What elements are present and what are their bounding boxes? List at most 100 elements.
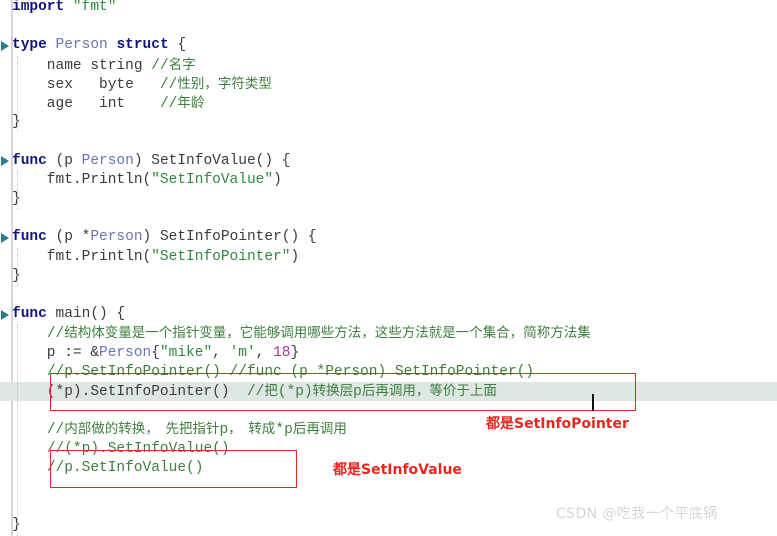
code-line-text: //内部做的转换， 先把指针p， 转成*p后再调用: [0, 420, 347, 440]
code-token: //: [159, 76, 178, 93]
code-line[interactable]: (*p).SetInfoPointer() //把(*p)转换层p后再调用，等价…: [0, 382, 777, 402]
code-line[interactable]: [0, 478, 777, 497]
code-token: {: [168, 37, 187, 54]
code-line-text: (*p).SetInfoPointer() //把(*p)转换层p后再调用，等价…: [0, 382, 497, 402]
note-set-info-value: 都是SetInfoValue: [333, 462, 462, 478]
code-token: ,: [212, 344, 230, 361]
code-token: ， 转成: [228, 421, 276, 438]
code-token: ): [273, 171, 282, 188]
code-line-text: func (p Person) SetInfoValue() {: [0, 152, 290, 171]
code-token: "mike": [159, 344, 213, 361]
code-token: 18: [273, 344, 291, 361]
code-line[interactable]: //p.SetInfoPointer() //func (p *Person) …: [0, 363, 777, 382]
code-line[interactable]: sex byte //性别，字符类型: [0, 75, 777, 94]
code-token: //p.SetInfoValue(): [46, 459, 204, 476]
code-token: ): [290, 248, 300, 265]
code-token: p: [353, 384, 362, 400]
code-token: 内部做的转换， 先把指针: [64, 421, 220, 438]
code-line-text: func main() {: [0, 305, 125, 324]
code-token: 后再调用，等价于上面: [361, 383, 497, 399]
code-token: Person: [55, 37, 108, 54]
code-token: sex byte: [12, 76, 160, 93]
code-token: *p: [275, 422, 293, 439]
code-line[interactable]: [0, 286, 777, 305]
code-token: func: [12, 306, 47, 323]
code-line[interactable]: }: [0, 190, 777, 209]
fold-triangle-icon[interactable]: [1, 233, 9, 243]
code-token: (: [46, 229, 65, 246]
code-line-text: age int //年龄: [0, 94, 205, 114]
code-token: "SetInfoValue": [151, 171, 274, 188]
code-token: 年龄: [177, 95, 205, 111]
code-line-text: //p.SetInfoValue(): [0, 459, 204, 478]
code-line[interactable]: fmt.Println("SetInfoPointer"): [0, 248, 777, 267]
code-line-text: type Person struct {: [0, 36, 186, 55]
code-line-text: sex byte //性别，字符类型: [0, 75, 272, 95]
code-token: ): [133, 152, 152, 169]
fold-triangle-icon[interactable]: [1, 309, 9, 320]
code-editor-view[interactable]: import "fmt" type Person struct { name st…: [0, 0, 777, 536]
code-token: 转换层: [312, 383, 354, 399]
code-token: //p.SetInfoPointer() //func (p *Person) …: [46, 363, 535, 380]
code-line[interactable]: func (p Person) SetInfoValue() {: [0, 152, 777, 171]
code-line[interactable]: p := &Person{"mike", 'm', 18}: [0, 344, 777, 363]
code-token: p: [64, 152, 73, 169]
code-lines-container[interactable]: import "fmt" type Person struct { name st…: [0, 0, 777, 536]
code-line[interactable]: //结构体变量是一个指针变量，它能够调用哪些方法，这些方法就是一个集合，简称方法…: [0, 324, 777, 343]
code-token: (: [46, 152, 65, 169]
code-token: age int: [12, 96, 160, 112]
code-token: Person: [99, 344, 152, 361]
code-token: ): [142, 229, 160, 246]
code-token: p: [219, 422, 229, 439]
note-set-info-pointer: 都是SetInfoPointer: [486, 416, 629, 432]
code-line[interactable]: fmt.Println("SetInfoValue"): [0, 171, 777, 190]
code-line-text: fmt.Println("SetInfoPointer"): [0, 248, 299, 267]
code-line[interactable]: [0, 17, 777, 36]
code-token: 'm': [229, 344, 256, 361]
code-line[interactable]: age int //年龄: [0, 94, 777, 113]
code-token: ,: [255, 344, 274, 361]
code-token: //(*p).SetInfoValue(): [46, 440, 230, 457]
code-line[interactable]: name string //名字: [0, 56, 777, 75]
code-line[interactable]: }: [0, 267, 777, 286]
code-line[interactable]: func main() {: [0, 305, 777, 324]
code-token: //: [151, 57, 169, 74]
code-token: 名字: [168, 56, 196, 73]
code-token: 结构体变量是一个指针变量，它能够调用哪些方法，这些方法就是一个集合，简称方法集: [64, 325, 591, 342]
code-line[interactable]: import "fmt": [0, 0, 777, 17]
code-token: func: [12, 229, 47, 246]
code-token: "SetInfoPointer": [151, 248, 291, 265]
code-token: name string: [12, 57, 152, 74]
fold-triangle-icon[interactable]: [1, 41, 9, 51]
fold-triangle-icon[interactable]: [1, 156, 9, 167]
code-token: import: [12, 0, 65, 15]
code-token: 把: [264, 383, 278, 399]
code-token: SetInfoPointer: [159, 229, 282, 246]
code-token: (*p).SetInfoPointer(): [12, 384, 247, 400]
code-token: main: [55, 306, 91, 323]
code-token: p := &: [12, 344, 100, 361]
code-line[interactable]: [0, 132, 777, 151]
code-line[interactable]: func (p *Person) SetInfoPointer() {: [0, 228, 777, 247]
code-line[interactable]: type Person struct {: [0, 36, 777, 55]
code-line[interactable]: }: [0, 113, 777, 132]
code-token: () {: [90, 306, 126, 323]
code-line[interactable]: //内部做的转换， 先把指针p， 转成*p后再调用: [0, 420, 777, 439]
code-token: }: [290, 344, 300, 361]
code-token: () {: [255, 152, 291, 169]
code-token: //: [46, 422, 65, 439]
code-line[interactable]: //(*p).SetInfoValue(): [0, 440, 777, 459]
code-line[interactable]: [0, 401, 777, 420]
code-token: SetInfoValue: [151, 152, 256, 169]
code-token: //: [246, 384, 265, 400]
code-line[interactable]: [0, 209, 777, 228]
code-token: Person: [81, 152, 134, 169]
indent-guide: [17, 247, 19, 286]
watermark-label: CSDN @吃我一个平底锅: [556, 506, 718, 522]
indent-guide: [17, 170, 19, 210]
code-line-text: //(*p).SetInfoValue(): [0, 440, 230, 459]
